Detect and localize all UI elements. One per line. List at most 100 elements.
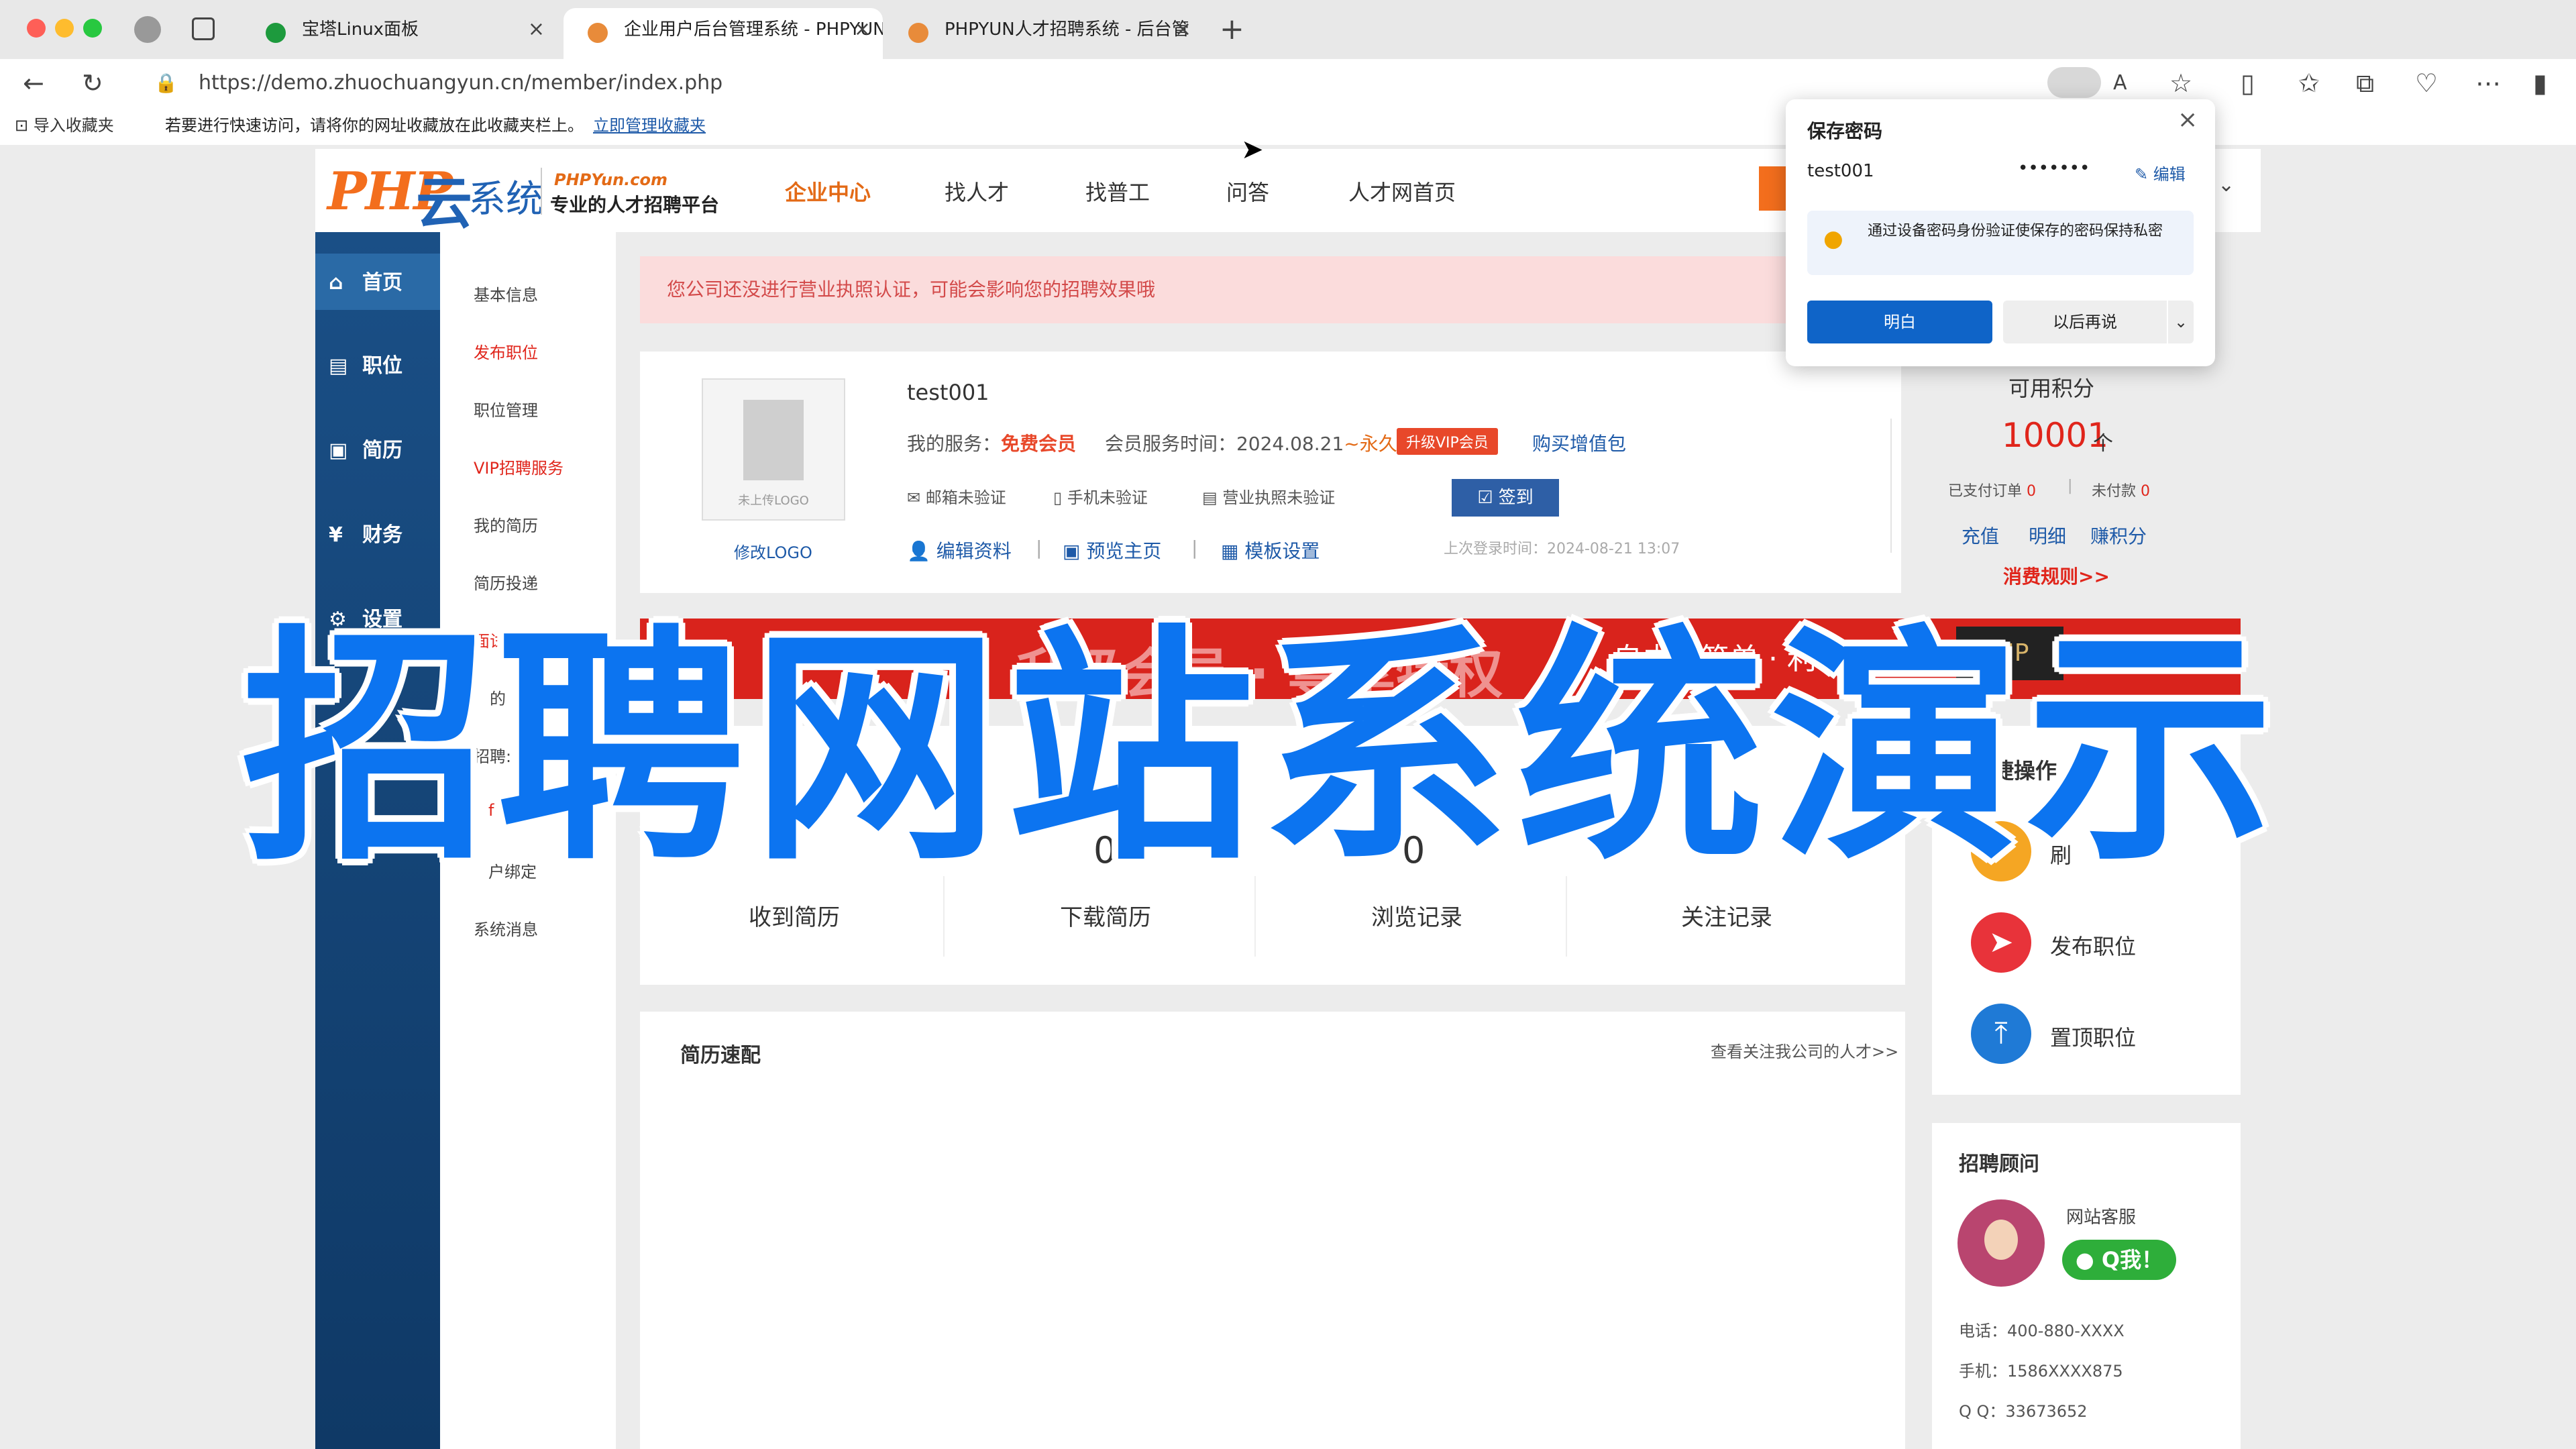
star-icon[interactable]: ☆ xyxy=(2169,64,2192,102)
subnav-system-messages[interactable]: 系统消息 xyxy=(474,916,538,940)
downloaded-resumes-label[interactable]: 下载简历 xyxy=(1060,899,1151,932)
address-bar[interactable]: 🔒 https://demo.zhuochuangyun.cn/member/i… xyxy=(131,63,2077,103)
nav-enterprise-center[interactable]: 企业中心 xyxy=(785,176,871,207)
save-password-popup: 保存密码 × test001 ••••••• ✎ 编辑 ● 通过设备密码身份验证… xyxy=(1786,99,2215,366)
recharge-link[interactable]: 充值 xyxy=(1962,522,1999,549)
pencil-icon: ✎ xyxy=(2135,165,2153,184)
split-screen-icon[interactable]: ▯ xyxy=(2241,64,2255,102)
collections-icon[interactable]: ⧉ xyxy=(2356,64,2374,102)
tab-baota[interactable]: 宝塔Linux面板 × xyxy=(241,8,557,59)
verify-email[interactable]: ✉ 邮箱未验证 xyxy=(907,484,1006,508)
qq-icon: ● xyxy=(2075,1247,2102,1273)
sidebar-item-jobs[interactable]: ▤ 职位 xyxy=(315,337,440,396)
template-settings-link[interactable]: ▦ 模板设置 xyxy=(1221,537,1320,564)
edit-profile-link[interactable]: 👤 编辑资料 xyxy=(907,537,1012,564)
subnav-job-manage[interactable]: 职位管理 xyxy=(474,397,538,421)
points-divider xyxy=(1890,419,1892,553)
subnav-post-job[interactable]: 发布职位 xyxy=(474,339,538,363)
nav-find-talent[interactable]: 找人才 xyxy=(945,176,1009,207)
close-window-button[interactable] xyxy=(27,19,46,38)
paid-orders[interactable]: 已支付订单 0 xyxy=(1948,479,2036,500)
sidebar-item-home[interactable]: ⌂ 首页 xyxy=(315,254,440,313)
details-link[interactable]: 明细 xyxy=(2029,522,2066,549)
logo-slogan: 专业的人才招聘平台 xyxy=(550,194,720,216)
manage-favorites-link[interactable]: 立即管理收藏夹 xyxy=(593,106,706,145)
pin-job-quick-label[interactable]: 置顶职位 xyxy=(2050,1021,2136,1052)
tab-close-icon[interactable]: × xyxy=(528,8,545,51)
close-icon[interactable]: × xyxy=(2178,106,2198,133)
sidebar-item-finance[interactable]: ¥ 财务 xyxy=(315,506,440,565)
logo-xitong: 系统 xyxy=(468,178,543,221)
import-favorites-button[interactable]: ⊡ 导入收藏夹 xyxy=(15,106,114,145)
chevron-down-icon[interactable]: ⌄ xyxy=(2218,173,2235,197)
minimize-window-button[interactable] xyxy=(55,19,74,38)
tab-close-icon[interactable]: × xyxy=(854,8,871,51)
later-dropdown-chevron-icon[interactable]: ⌄ xyxy=(2168,301,2194,343)
back-arrow-icon[interactable]: ← xyxy=(23,64,44,102)
cloud-favicon-icon xyxy=(908,23,928,43)
orders-separator: | xyxy=(2068,478,2073,494)
nav-qa[interactable]: 问答 xyxy=(1226,176,1269,207)
saved-username: test001 xyxy=(1807,161,1874,181)
view-followers-link[interactable]: 查看关注我公司的人才>> xyxy=(1711,1038,1898,1062)
preview-homepage-link[interactable]: ▣ 预览主页 xyxy=(1063,537,1161,564)
buy-package-link[interactable]: 购买增值包 xyxy=(1532,429,1626,456)
zoom-window-button[interactable] xyxy=(83,19,102,38)
earn-points-link[interactable]: 赚积分 xyxy=(2090,522,2147,549)
preview-icon: ▣ xyxy=(1063,540,1087,562)
confirm-button[interactable]: 明白 xyxy=(1807,301,1992,343)
view-records-label[interactable]: 浏览记录 xyxy=(1371,899,1462,932)
last-login-time: 上次登录时间：2024-08-21 13:07 xyxy=(1444,541,1680,557)
received-resumes-label[interactable]: 收到简历 xyxy=(749,899,840,932)
calendar-check-icon: ☑ xyxy=(1477,488,1499,508)
popup-tip-box: ● 通过设备密码身份验证使保存的密码保持私密 xyxy=(1807,211,2194,275)
paper-plane-icon[interactable]: ➤ xyxy=(1971,912,2031,973)
signin-button[interactable]: ☑ 签到 xyxy=(1452,479,1559,517)
shield-favicon-icon xyxy=(266,23,286,43)
sidebar-item-resume[interactable]: ▣ 简历 xyxy=(315,421,440,480)
upgrade-vip-button[interactable]: 升级VIP会员 xyxy=(1397,428,1498,455)
verify-license[interactable]: ▤ 营业执照未验证 xyxy=(1202,484,1335,508)
browser-essentials-icon[interactable]: ♡ xyxy=(2415,64,2438,102)
nav-find-worker[interactable]: 找普工 xyxy=(1085,176,1150,207)
nav-homepage[interactable]: 人才网首页 xyxy=(1348,176,1456,207)
license-alert: 您公司还没进行营业执照认证，可能会影响您的招聘效果哦 xyxy=(640,256,1901,323)
tab-phpyun-admin[interactable]: PHPYUN人才招聘系统 - 后台管 × xyxy=(884,8,1203,59)
new-tab-button[interactable]: + xyxy=(1220,12,1244,46)
subnav-resume-delivery[interactable]: 简历投递 xyxy=(474,570,538,594)
favorites-icon[interactable]: ✩ xyxy=(2298,64,2320,102)
building-icon xyxy=(743,400,804,480)
pin-top-icon[interactable]: ⤒ xyxy=(1971,1004,2031,1064)
finance-icon: ¥ xyxy=(329,523,343,547)
follow-records-label[interactable]: 关注记录 xyxy=(1681,899,1772,932)
subnav-my-resumes[interactable]: 我的简历 xyxy=(474,513,538,536)
email-icon: ✉ xyxy=(907,488,926,507)
points-title: 可用积分 xyxy=(2008,376,2095,401)
later-button[interactable]: 以后再说 xyxy=(2003,301,2167,343)
subnav-basic-info[interactable]: 基本信息 xyxy=(474,282,538,305)
edit-password-link[interactable]: ✎ 编辑 xyxy=(2135,161,2186,184)
qq-contact-button[interactable]: ● Q我！ xyxy=(2062,1240,2176,1280)
tab-close-icon[interactable]: × xyxy=(1175,8,1191,51)
points-rules-link[interactable]: 消费规则>> xyxy=(2003,562,2110,589)
key-icon[interactable] xyxy=(2047,67,2101,98)
overlay-title: 招聘网站系统演示 xyxy=(241,606,2281,894)
profile-avatar-icon[interactable] xyxy=(134,16,161,43)
lock-icon: 🔒 xyxy=(154,72,178,94)
verify-phone[interactable]: ▯ 手机未验证 xyxy=(1053,484,1148,508)
post-job-quick-label[interactable]: 发布职位 xyxy=(2050,930,2136,961)
subnav-vip-service[interactable]: VIP招聘服务 xyxy=(474,455,564,478)
edit-logo-link[interactable]: 修改LOGO xyxy=(734,539,812,563)
resume-match-panel xyxy=(640,1012,1905,1449)
id-card-icon: ▣ xyxy=(329,439,348,462)
unpaid-orders[interactable]: 未付款 0 xyxy=(2092,479,2150,500)
tab-actions-icon[interactable] xyxy=(192,17,215,40)
company-logo-placeholder[interactable]: 未上传LOGO xyxy=(702,378,845,521)
sidebar-toggle-icon[interactable]: ▮ xyxy=(2533,64,2547,102)
reload-icon[interactable]: ↻ xyxy=(82,64,103,102)
phone-icon: ▯ xyxy=(1053,488,1067,507)
more-icon[interactable]: ⋯ xyxy=(2475,64,2501,102)
header-action-button[interactable] xyxy=(1759,166,1786,211)
tab-enterprise-admin[interactable]: 企业用户后台管理系统 - PHPYUN × xyxy=(564,8,883,59)
read-aloud-icon[interactable]: A xyxy=(2113,64,2127,102)
